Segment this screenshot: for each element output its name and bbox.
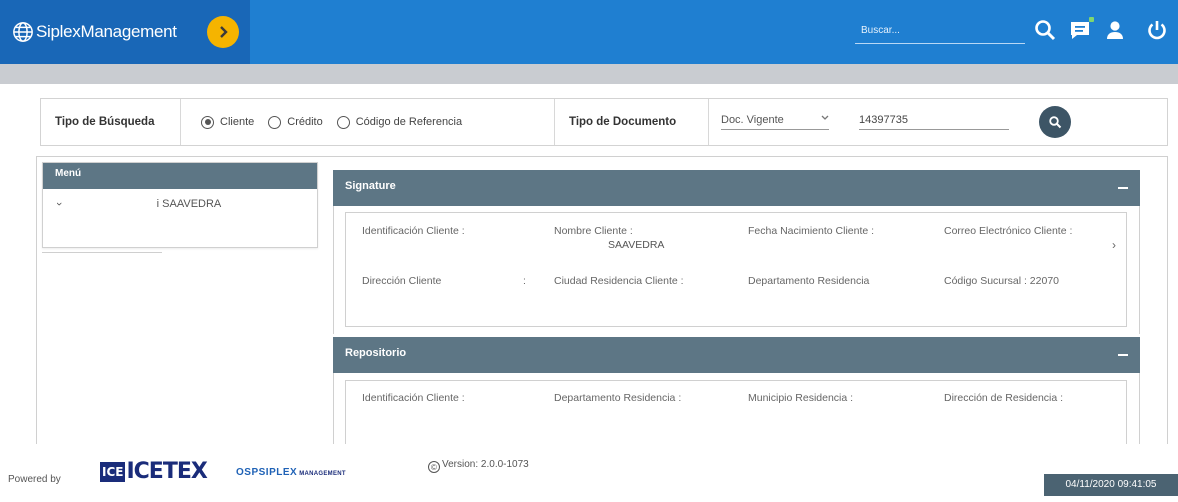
search-type-options: Cliente Crédito Código de Referencia xyxy=(181,99,555,145)
search-icon xyxy=(1049,116,1062,129)
signature-panel-header: Signature xyxy=(333,170,1140,206)
search-button[interactable] xyxy=(1031,16,1059,44)
messages-button[interactable] xyxy=(1066,16,1094,44)
field-ciudad-label: Ciudad Residencia Cliente : xyxy=(554,275,684,287)
repository-panel-header: Repositorio xyxy=(333,337,1140,373)
collapse-icon[interactable] xyxy=(1118,187,1128,189)
repo-departamento-label: Departamento Residencia : xyxy=(554,392,682,404)
user-button[interactable] xyxy=(1101,16,1129,44)
field-direccion-separator: : xyxy=(523,275,526,287)
document-search-button[interactable] xyxy=(1039,106,1071,138)
search-filters: Tipo de Búsqueda Cliente Crédito Código … xyxy=(40,98,1168,146)
doc-type-select[interactable]: Doc. Vigente xyxy=(721,114,829,130)
field-nombre-label: Nombre Cliente : xyxy=(554,225,633,237)
signature-panel-title: Signature xyxy=(345,180,396,192)
repo-identificacion-label: Identificación Cliente : xyxy=(362,392,465,404)
radio-cliente[interactable]: Cliente xyxy=(201,115,254,129)
expand-menu-button[interactable] xyxy=(207,16,239,48)
copyright-icon: © xyxy=(428,461,440,473)
app-title: SiplexManagement xyxy=(36,22,177,41)
radio-codigo-referencia[interactable]: Código de Referencia xyxy=(336,115,462,129)
menu-client-name: i SAAVEDRA xyxy=(156,198,222,210)
collapse-icon[interactable] xyxy=(1118,354,1128,356)
user-icon xyxy=(1107,21,1123,39)
chat-icon xyxy=(1071,22,1089,39)
power-icon xyxy=(1148,21,1166,40)
chevron-right-icon xyxy=(220,26,228,38)
global-search-input[interactable]: Buscar... xyxy=(855,22,1025,44)
powered-by-text: Powered by xyxy=(8,474,61,485)
field-direccion-label: Dirección Cliente xyxy=(362,275,442,287)
globe-icon xyxy=(13,22,33,42)
field-fecha-nacimiento-label: Fecha Nacimiento Cliente : xyxy=(748,225,875,237)
menu-item-client[interactable]: › i SAAVEDRA xyxy=(43,189,317,219)
radio-empty-icon xyxy=(268,115,282,129)
field-codigo-sucursal: Código Sucursal : 22070 xyxy=(944,275,1059,287)
field-nombre-value: SAAVEDRA xyxy=(608,239,665,251)
logout-button[interactable] xyxy=(1143,16,1171,44)
chevron-right-icon[interactable]: › xyxy=(1112,238,1116,252)
repo-municipio-label: Municipio Residencia : xyxy=(748,392,854,404)
radio-selected-icon xyxy=(201,115,214,129)
radio-credito[interactable]: Crédito xyxy=(268,115,323,129)
menu-title: Menú xyxy=(43,163,317,189)
notification-dot xyxy=(1089,17,1094,22)
doc-type-label: Tipo de Documento xyxy=(569,116,677,128)
version-text: © Version: 2.0.0-1073 xyxy=(428,459,529,473)
repo-direccion-label: Dirección de Residencia : xyxy=(944,392,1064,404)
field-departamento-label: Departamento Residencia xyxy=(748,275,870,287)
datetime-badge: 04/11/2020 09:41:05 xyxy=(1044,474,1178,496)
repository-details xyxy=(345,380,1127,446)
field-correo-label: Correo Electrónico Cliente : xyxy=(944,225,1073,237)
document-number-input[interactable]: 14397735 xyxy=(859,114,1009,130)
ospsiplex-logo: OSPSIPLEX MANAGEMENT xyxy=(236,467,346,478)
search-type-label: Tipo de Búsqueda xyxy=(55,116,155,128)
icetex-logo: ICE ICETEX xyxy=(100,459,208,484)
chevron-down-icon: › xyxy=(52,202,65,206)
chevron-down-icon xyxy=(821,115,829,120)
header-underband xyxy=(0,64,1178,84)
search-icon xyxy=(1035,20,1056,41)
field-identificacion-label: Identificación Cliente : xyxy=(362,225,465,237)
side-menu: Menú › i SAAVEDRA xyxy=(42,162,318,248)
repository-panel-title: Repositorio xyxy=(345,347,407,359)
divider xyxy=(42,252,162,253)
radio-empty-icon xyxy=(336,115,350,129)
